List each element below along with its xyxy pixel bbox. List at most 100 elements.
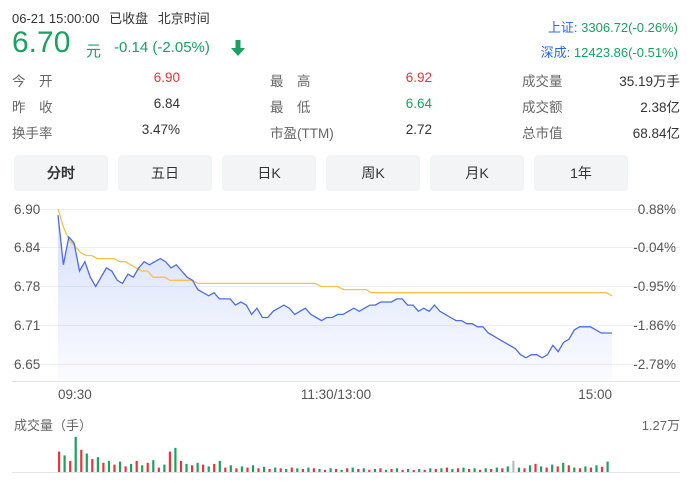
volume-bar [390, 469, 393, 472]
price-tick-label: 6.84 [14, 240, 41, 255]
volume-bar [274, 467, 277, 472]
market-status: 已收盘 [109, 11, 149, 26]
time-tick-label: 09:30 [58, 387, 92, 402]
index-sh-label: 上证: [547, 20, 578, 35]
index-sz[interactable]: 深成: 12423.86(-0.51%) [541, 42, 678, 61]
stat-high-label: 最 高 [270, 74, 311, 89]
volume-bar [395, 468, 399, 472]
volume-bar [512, 460, 515, 472]
volume-bar [468, 469, 471, 472]
volume-bar [290, 467, 293, 472]
volume-bar [163, 464, 166, 472]
volume-bar [174, 447, 177, 472]
volume-bar [589, 467, 592, 472]
volume-bar [218, 460, 221, 472]
volume-bar [69, 460, 72, 472]
down-arrow-icon [231, 40, 245, 56]
volume-bar [556, 466, 559, 472]
volume-bar [229, 465, 232, 472]
volume-bar [440, 468, 443, 472]
volume-bar [63, 455, 66, 473]
volume-bar [113, 464, 116, 472]
volume-bar [495, 467, 498, 472]
volume-bar [323, 469, 327, 472]
volume-label: 成交量（手） [14, 418, 93, 433]
volume-bar [479, 469, 482, 472]
volume-bar [135, 460, 138, 472]
volume-bar [595, 465, 598, 472]
volume-bar [335, 469, 338, 472]
volume-bar [506, 466, 509, 472]
stat-turnover-value: 3.47% [141, 122, 180, 137]
volume-bar [528, 465, 532, 472]
stat-pe-label: 市盈(TTM) [270, 126, 334, 141]
volume-bar [124, 466, 127, 472]
price-tick-label: 6.90 [14, 202, 40, 217]
volume-bar [191, 465, 194, 472]
percent-tick-label: -0.95% [633, 279, 676, 294]
volume-bar [407, 469, 410, 472]
volume-bar [301, 469, 304, 472]
time-axis: 09:30 11:30/13:00 15:00 [58, 387, 612, 402]
tab-intraday[interactable]: 分时 [14, 155, 108, 191]
tab-monthly-k[interactable]: 月K [430, 155, 524, 191]
volume-bar [152, 460, 155, 472]
volume-max-label: 1.27万 [641, 418, 680, 433]
quote-date: 06-21 15:00:00 [12, 11, 100, 26]
volume-bar [146, 462, 149, 473]
volume-bar [462, 467, 465, 472]
volume-bar [340, 469, 343, 472]
volume-bar [384, 469, 388, 472]
volume-bar [473, 468, 476, 472]
volume-bar [501, 468, 504, 472]
tab-five-day[interactable]: 五日 [118, 155, 212, 191]
stat-mcap-label: 总市值 [522, 126, 563, 141]
tab-weekly-k[interactable]: 周K [326, 155, 420, 191]
volume-bar [368, 469, 371, 472]
volume-bar [307, 467, 310, 472]
volume-bar [351, 467, 354, 472]
volume-bar [235, 468, 238, 472]
volume-bar [251, 465, 255, 472]
stat-mcap-value: 68.84亿 [632, 126, 680, 141]
price-axis: 6.90 6.84 6.78 6.71 6.65 [14, 202, 41, 372]
tab-one-year[interactable]: 1年 [534, 155, 628, 191]
tab-daily-k[interactable]: 日K [222, 155, 316, 191]
volume-bar [357, 469, 360, 472]
volume-bar [373, 469, 376, 472]
stat-low-label: 最 低 [270, 100, 311, 115]
quote-header: 06-21 15:00:00 已收盘 北京时间 [12, 8, 216, 27]
volume-bar [185, 463, 188, 472]
time-tick-label: 11:30/13:00 [301, 387, 371, 402]
volume-bar [534, 463, 537, 472]
volume-bar [285, 469, 288, 472]
stat-pe-value: 2.72 [405, 122, 432, 137]
volume-bar [268, 469, 271, 472]
stat-high-value: 6.92 [405, 70, 432, 85]
percent-axis: 0.88% -0.04% -0.95% -1.86% -2.78% [633, 202, 676, 372]
volume-bar [429, 468, 432, 472]
period-tabs: 分时 五日 日K 周K 月K 1年 [14, 155, 628, 191]
intraday-chart[interactable]: 6.90 6.84 6.78 6.71 6.65 0.88% -0.04% -0.95% -1… [0, 195, 692, 483]
volume-bar [157, 467, 160, 472]
volume-bar [329, 468, 332, 472]
volume-bar [141, 465, 144, 472]
current-price: 6.70 [12, 26, 71, 59]
percent-tick-label: -1.86% [633, 318, 676, 333]
volume-bar [196, 462, 199, 473]
index-sh[interactable]: 上证: 3306.72(-0.26%) [548, 17, 678, 36]
volume-bar [213, 463, 216, 472]
volume-bar [312, 468, 315, 472]
volume-bar [379, 468, 382, 472]
percent-tick-label: -0.04% [633, 240, 676, 255]
volume-bar [240, 466, 243, 472]
timezone-label: 北京时间 [157, 11, 210, 26]
volume-bar [207, 466, 210, 472]
price-tick-label: 6.65 [14, 357, 40, 372]
index-sh-value: 3306.72(-0.26%) [581, 20, 678, 35]
volume-bar [202, 464, 205, 472]
volume-bar [562, 462, 565, 473]
volume-bar [573, 467, 576, 472]
volume-bar [456, 468, 460, 472]
volume-bar [96, 457, 99, 472]
